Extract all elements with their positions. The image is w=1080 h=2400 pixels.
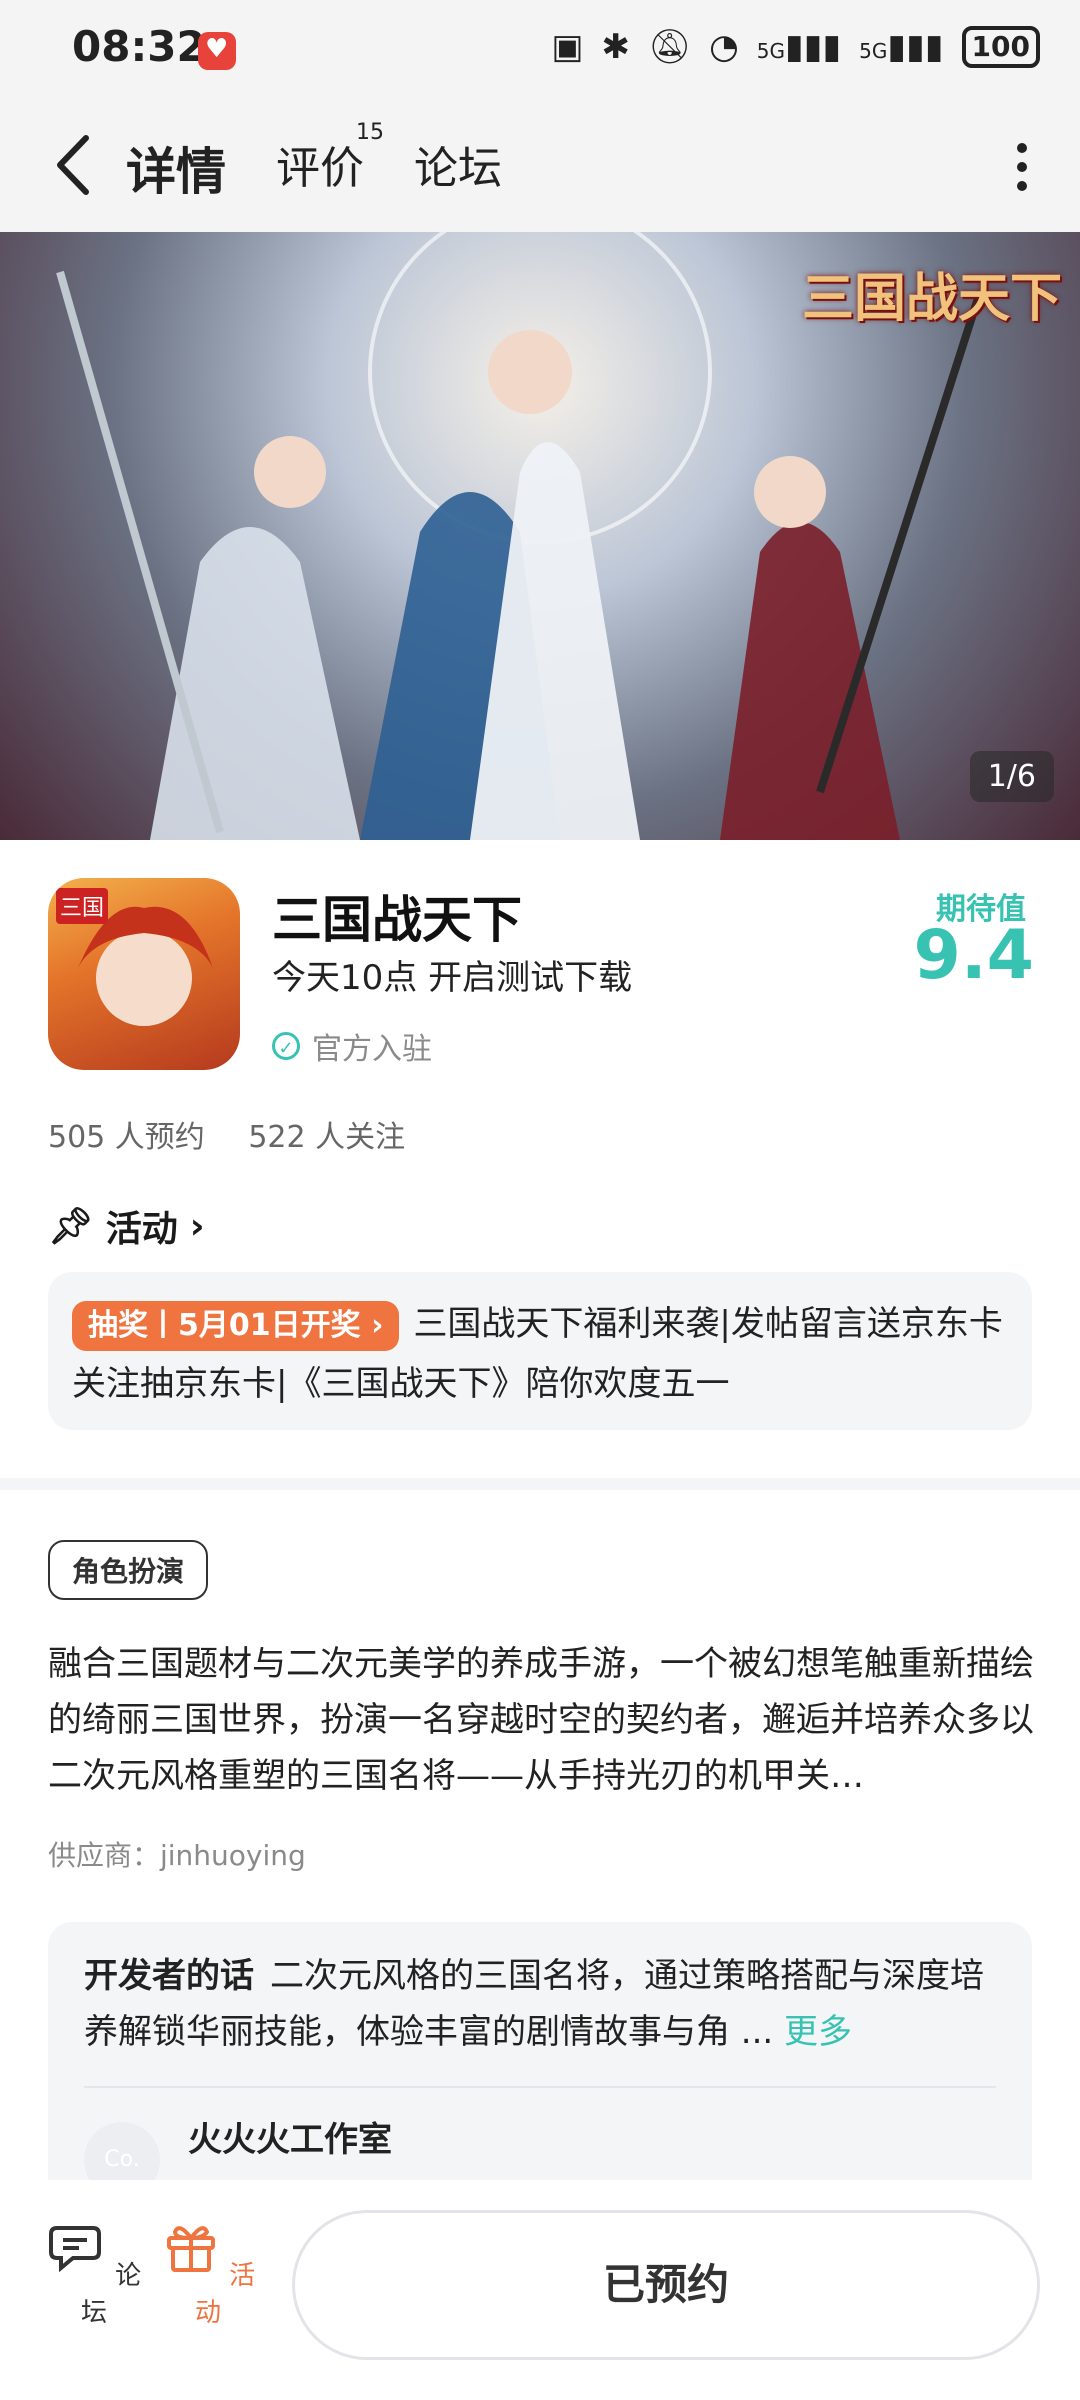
- developer-label: 开发者的话: [84, 1956, 254, 1996]
- game-description[interactable]: 融合三国题材与二次元美学的养成手游，一个被幻想笔触重新描绘的绮丽三国世界，扮演一…: [48, 1636, 1038, 1804]
- verified-label: 官方入驻: [312, 1032, 432, 1067]
- banner-carousel[interactable]: 三国战天下 1/6: [0, 232, 1080, 840]
- more-options-icon[interactable]: [1014, 142, 1030, 192]
- notification-badge-icon: [198, 32, 236, 70]
- tab-review[interactable]: 评价: [276, 132, 364, 196]
- lottery-tag: 抽奖丨5月01日开奖 ›: [72, 1301, 400, 1351]
- developer-card: 开发者的话 二次元风格的三国名将，通过策略搭配与深度培养解锁华丽技能，体验丰富的剧…: [48, 1922, 1032, 2198]
- banner-logo: 三国战天下: [801, 269, 1062, 329]
- more-link[interactable]: 更多: [784, 2012, 852, 2052]
- activity-title: 活动: [105, 1209, 178, 1250]
- bluetooth-icon: ✱: [601, 27, 630, 67]
- verified-badge: ✓ 官方入驻: [272, 1024, 432, 1068]
- expect-score: 9.4: [913, 916, 1034, 995]
- wifi-icon: ◔: [709, 27, 739, 67]
- stats-row: 505 人预约 522 人关注: [48, 1112, 405, 1156]
- nfc-icon: ▣: [551, 27, 584, 67]
- banner-counter: 1/6: [969, 751, 1054, 802]
- reservation-count: 505 人预约: [48, 1120, 205, 1155]
- status-icons: ▣ ✱ 🔕︎ ◔ 5G▮▮▮ 5G▮▮▮ 100: [551, 26, 1040, 68]
- back-arrow-icon[interactable]: [48, 130, 108, 200]
- status-time: 08:32: [72, 22, 206, 71]
- pin-icon: 📌︎: [48, 1206, 94, 1247]
- app-icon: [48, 878, 240, 1070]
- signal-2-icon: 5G▮▮▮: [859, 27, 944, 67]
- bottom-forum-button[interactable]: 论坛: [44, 2216, 144, 2329]
- developer-divider: [84, 2086, 996, 2088]
- studio-name[interactable]: 火火火工作室: [188, 2112, 392, 2161]
- activity-card[interactable]: 抽奖丨5月01日开奖 › 三国战天下福利来袭|发帖留言送京东卡 关注抽京东卡|《三…: [48, 1272, 1032, 1430]
- reserved-button[interactable]: 已预约: [292, 2210, 1040, 2360]
- signal-1-icon: 5G▮▮▮: [756, 27, 842, 67]
- status-bar: 08:32 ▣ ✱ 🔕︎ ◔ 5G▮▮▮ 5G▮▮▮ 100: [0, 0, 1080, 100]
- chevron-right-icon: ›: [189, 1205, 205, 1247]
- vendor-label: 供应商：jinhuoying: [48, 1839, 306, 1872]
- app-name: 三国战天下: [272, 891, 522, 949]
- activity-header[interactable]: 📌︎ 活动 ›: [48, 1200, 205, 1252]
- battery-icon: 100: [961, 26, 1040, 68]
- tab-detail[interactable]: 详情: [122, 132, 230, 204]
- mute-icon: 🔕︎: [647, 27, 692, 67]
- genre-tag[interactable]: 角色扮演: [48, 1540, 209, 1600]
- review-count-badge: 15: [356, 120, 384, 145]
- bottom-activity-button[interactable]: 活动: [158, 2216, 258, 2329]
- bottom-action-bar: 论坛 活动 已预约: [0, 2180, 1080, 2400]
- follow-count: 522 人关注: [248, 1120, 406, 1155]
- top-nav: 详情 评价 15 论坛: [0, 100, 1080, 232]
- tab-forum[interactable]: 论坛: [414, 132, 502, 196]
- app-subtitle: 今天10点 开启测试下载: [272, 958, 633, 998]
- developer-words: 开发者的话 二次元风格的三国名将，通过策略搭配与深度培养解锁华丽技能，体验丰富的剧…: [84, 1948, 1004, 2060]
- gift-icon: [166, 2226, 215, 2272]
- check-circle-icon: ✓: [272, 1032, 300, 1060]
- section-divider: [0, 1478, 1080, 1490]
- forum-chat-icon: [48, 2226, 101, 2273]
- app-icon-art: [78, 906, 213, 1026]
